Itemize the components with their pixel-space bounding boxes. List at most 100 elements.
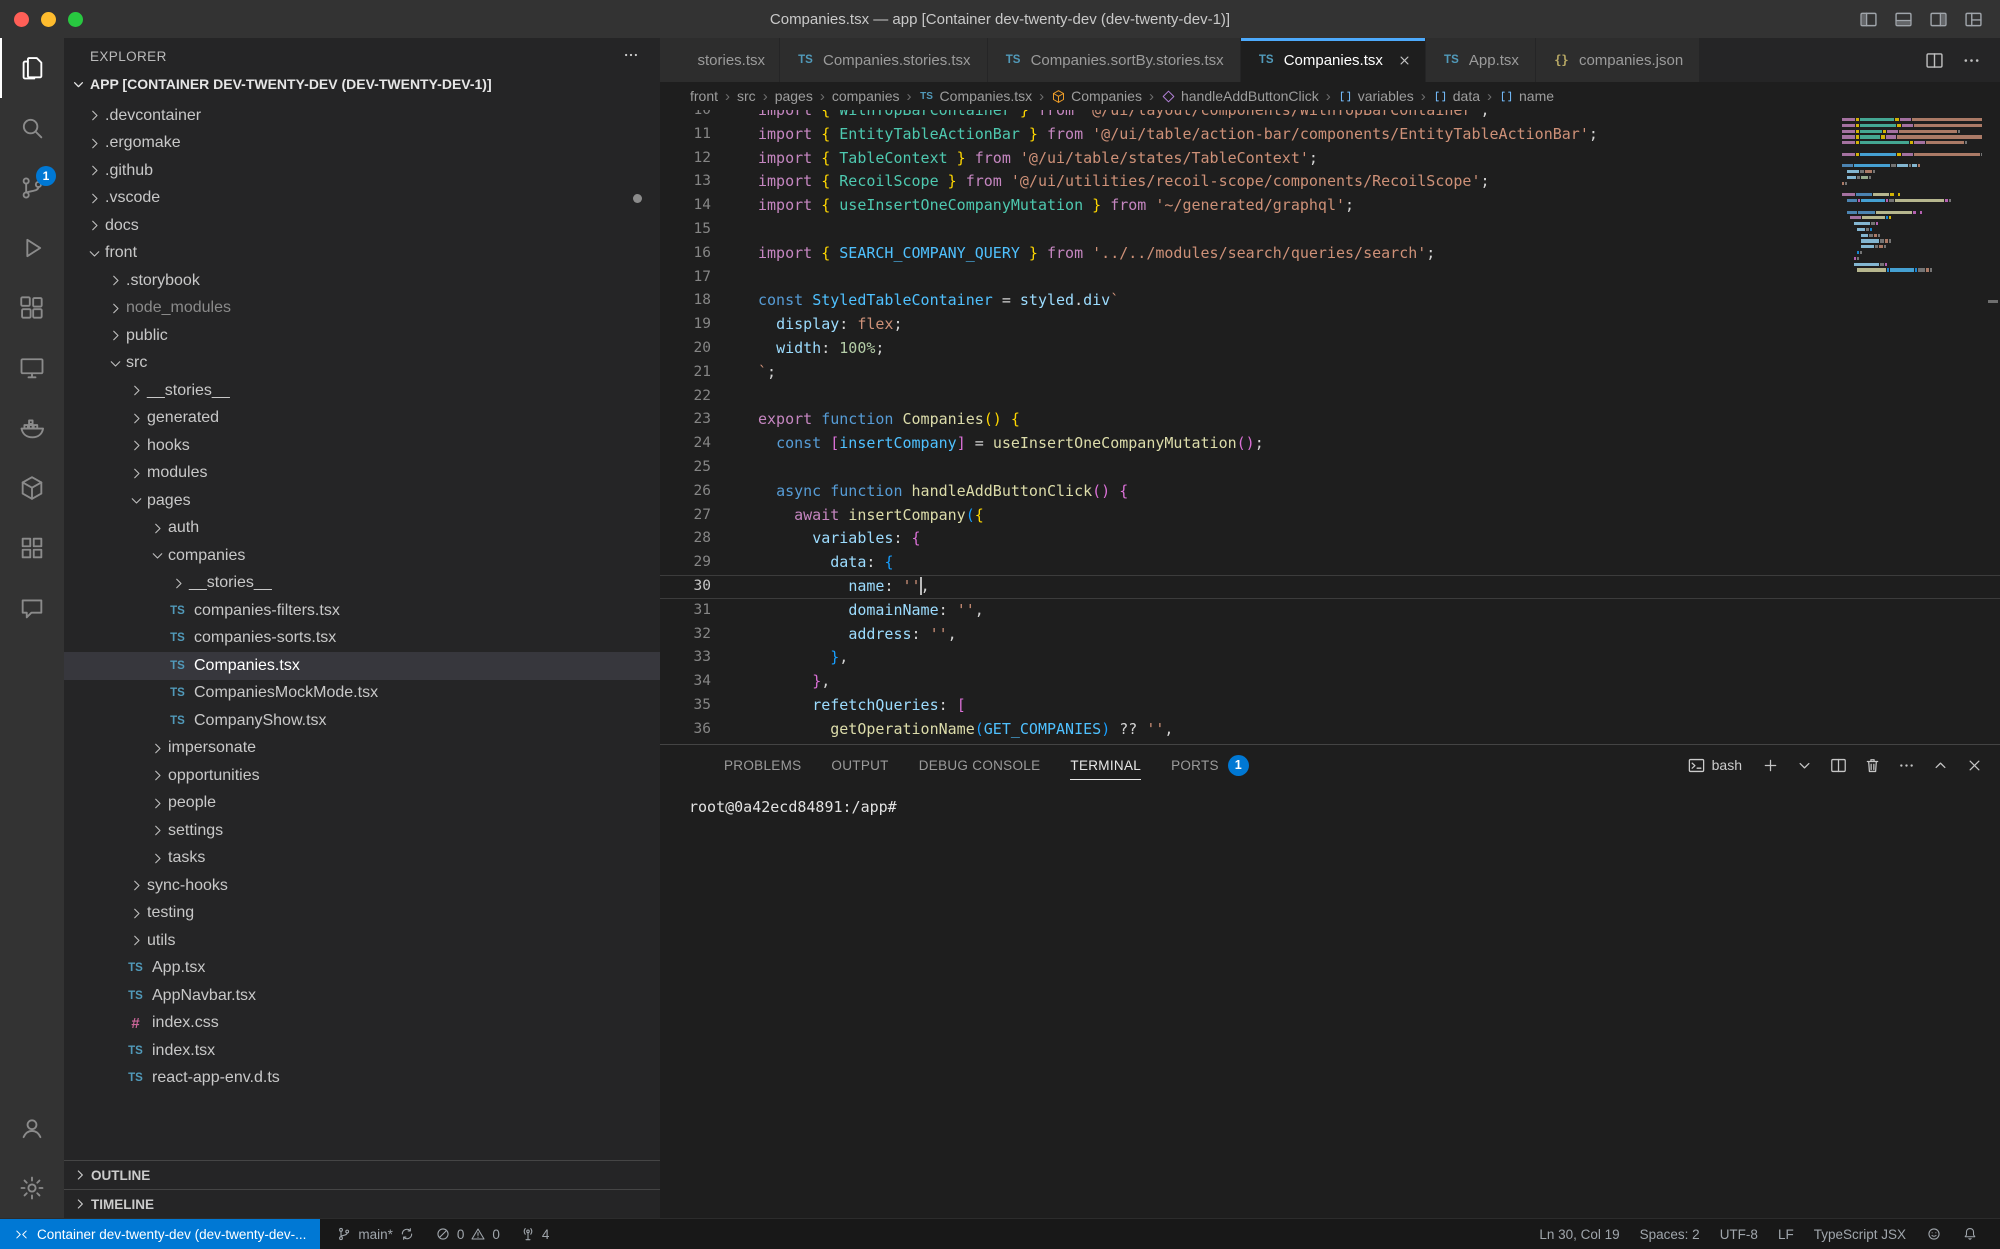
more-icon[interactable] xyxy=(622,46,640,64)
explorer-section-header[interactable]: APP [CONTAINER DEV-TWENTY-DEV (DEV-TWENT… xyxy=(64,70,660,98)
outline-section[interactable]: OUTLINE xyxy=(64,1160,660,1189)
tree-item-public[interactable]: public xyxy=(64,322,660,350)
activity-docker[interactable] xyxy=(0,398,64,458)
code-line-24[interactable]: 24 const [insertCompany] = useInsertOneC… xyxy=(660,432,2000,456)
remote-indicator[interactable]: Container dev-twenty-dev (dev-twenty-dev… xyxy=(0,1219,320,1249)
zoom-window-button[interactable] xyxy=(68,12,83,27)
tree-item-.devcontainer[interactable]: .devcontainer xyxy=(64,102,660,130)
code-line-17[interactable]: 17 xyxy=(660,266,2000,290)
tree-item-tasks[interactable]: tasks xyxy=(64,845,660,873)
close-tab-icon[interactable] xyxy=(1395,50,1415,70)
breadcrumb-variables[interactable]: variables xyxy=(1338,88,1414,104)
code-line-33[interactable]: 33 }, xyxy=(660,646,2000,670)
code-editor[interactable]: 10import { WithTopBarContainer } from '@… xyxy=(660,110,2000,744)
tree-item-appnavbar.tsx[interactable]: TSAppNavbar.tsx xyxy=(64,982,660,1010)
breadcrumb-pages[interactable]: pages xyxy=(775,88,813,104)
activity-dev-containers[interactable] xyxy=(0,458,64,518)
language-mode-status[interactable]: TypeScript JSX xyxy=(1804,1227,1916,1242)
breadcrumb-handleaddbuttonclick[interactable]: handleAddButtonClick xyxy=(1161,88,1319,104)
breadcrumb-companies.tsx[interactable]: TSCompanies.tsx xyxy=(919,88,1033,104)
tree-item-index.css[interactable]: #index.css xyxy=(64,1010,660,1038)
cursor-position-status[interactable]: Ln 30, Col 19 xyxy=(1529,1227,1629,1242)
encoding-status[interactable]: UTF-8 xyxy=(1710,1227,1768,1242)
tree-item-generated[interactable]: generated xyxy=(64,405,660,433)
more-icon[interactable] xyxy=(1897,756,1916,775)
more-icon[interactable] xyxy=(1961,50,1982,71)
minimize-window-button[interactable] xyxy=(41,12,56,27)
minimap[interactable] xyxy=(1842,118,1982,274)
tree-item-src[interactable]: src xyxy=(64,350,660,378)
indentation-status[interactable]: Spaces: 2 xyxy=(1630,1227,1710,1242)
code-line-20[interactable]: 20 width: 100%; xyxy=(660,337,2000,361)
activity-comments[interactable] xyxy=(0,578,64,638)
activity-source-control[interactable]: 1 xyxy=(0,158,64,218)
panel-tab-terminal[interactable]: TERMINAL xyxy=(1070,745,1141,785)
terminal-output[interactable]: root@0a42ecd84891:/app# xyxy=(660,785,2000,816)
shell-selector[interactable]: bash xyxy=(1687,756,1742,775)
activity-remote-explorer[interactable] xyxy=(0,338,64,398)
tab-app.tsx[interactable]: TSApp.tsx xyxy=(1426,38,1536,82)
code-line-19[interactable]: 19 display: flex; xyxy=(660,313,2000,337)
tab-companies.stories.tsx[interactable]: TSCompanies.stories.tsx xyxy=(780,38,988,82)
layout-sidebar-icon[interactable] xyxy=(1858,9,1879,30)
tree-item-sync-hooks[interactable]: sync-hooks xyxy=(64,872,660,900)
tree-item-.github[interactable]: .github xyxy=(64,157,660,185)
tab-stories.tsx[interactable]: TSstories.tsx xyxy=(660,38,780,82)
code-line-28[interactable]: 28 variables: { xyxy=(660,527,2000,551)
tree-item-companyshow.tsx[interactable]: TSCompanyShow.tsx xyxy=(64,707,660,735)
tab-companies.json[interactable]: {}companies.json xyxy=(1536,38,1700,82)
tree-item-docs[interactable]: docs xyxy=(64,212,660,240)
tree-item-settings[interactable]: settings xyxy=(64,817,660,845)
code-line-21[interactable]: 21`; xyxy=(660,361,2000,385)
code-line-34[interactable]: 34 }, xyxy=(660,670,2000,694)
tree-item-auth[interactable]: auth xyxy=(64,515,660,543)
bell-status[interactable] xyxy=(1952,1226,1988,1242)
trash-icon[interactable] xyxy=(1863,756,1882,775)
tree-item-utils[interactable]: utils xyxy=(64,927,660,955)
panel-tab-problems[interactable]: PROBLEMS xyxy=(724,745,801,785)
code-line-35[interactable]: 35 refetchQueries: [ xyxy=(660,694,2000,718)
close-icon[interactable] xyxy=(1965,756,1984,775)
code-line-15[interactable]: 15 xyxy=(660,218,2000,242)
breadcrumb-front[interactable]: front xyxy=(690,88,718,104)
tree-item-opportunities[interactable]: opportunities xyxy=(64,762,660,790)
timeline-section[interactable]: TIMELINE xyxy=(64,1189,660,1218)
split-editor-icon[interactable] xyxy=(1829,756,1848,775)
code-line-25[interactable]: 25 xyxy=(660,456,2000,480)
panel-tab-debug-console[interactable]: DEBUG CONSOLE xyxy=(919,745,1041,785)
tree-item-front[interactable]: front xyxy=(64,240,660,268)
overview-ruler[interactable] xyxy=(1985,110,2000,744)
activity-settings[interactable] xyxy=(0,1158,64,1218)
tree-item-impersonate[interactable]: impersonate xyxy=(64,735,660,763)
code-line-18[interactable]: 18const StyledTableContainer = styled.di… xyxy=(660,289,2000,313)
tree-item-index.tsx[interactable]: TSindex.tsx xyxy=(64,1037,660,1065)
breadcrumb-src[interactable]: src xyxy=(737,88,756,104)
tree-item-react-app-env.d.ts[interactable]: TSreact-app-env.d.ts xyxy=(64,1065,660,1093)
layout-custom-icon[interactable] xyxy=(1963,9,1984,30)
code-line-32[interactable]: 32 address: '', xyxy=(660,623,2000,647)
tree-item-companies[interactable]: companies xyxy=(64,542,660,570)
tree-item-companies-filters.tsx[interactable]: TScompanies-filters.tsx xyxy=(64,597,660,625)
tree-item-modules[interactable]: modules xyxy=(64,460,660,488)
activity-accounts[interactable] xyxy=(0,1098,64,1158)
activity-extension-grid[interactable] xyxy=(0,518,64,578)
tree-item-people[interactable]: people xyxy=(64,790,660,818)
breadcrumb-data[interactable]: data xyxy=(1433,88,1480,104)
tree-item-hooks[interactable]: hooks xyxy=(64,432,660,460)
git-branch-status[interactable]: main* xyxy=(326,1219,425,1249)
tree-item-.vscode[interactable]: .vscode xyxy=(64,185,660,213)
tab-companies.tsx[interactable]: TSCompanies.tsx xyxy=(1241,38,1426,82)
feedback-status[interactable] xyxy=(1916,1226,1952,1242)
tree-item-.ergomake[interactable]: .ergomake xyxy=(64,130,660,158)
code-line-31[interactable]: 31 domainName: '', xyxy=(660,599,2000,623)
tree-item-.storybook[interactable]: .storybook xyxy=(64,267,660,295)
eol-status[interactable]: LF xyxy=(1768,1227,1804,1242)
code-line-14[interactable]: 14import { useInsertOneCompanyMutation }… xyxy=(660,194,2000,218)
tree-item-companies.tsx[interactable]: TSCompanies.tsx xyxy=(64,652,660,680)
breadcrumb-companies[interactable]: Companies xyxy=(1051,88,1142,104)
layout-panel-icon[interactable] xyxy=(1893,9,1914,30)
tree-item-companies-sorts.tsx[interactable]: TScompanies-sorts.tsx xyxy=(64,625,660,653)
tree-item-companiesmockmode.tsx[interactable]: TSCompaniesMockMode.tsx xyxy=(64,680,660,708)
tree-item-app.tsx[interactable]: TSApp.tsx xyxy=(64,955,660,983)
code-line-13[interactable]: 13import { RecoilScope } from '@/ui/util… xyxy=(660,170,2000,194)
